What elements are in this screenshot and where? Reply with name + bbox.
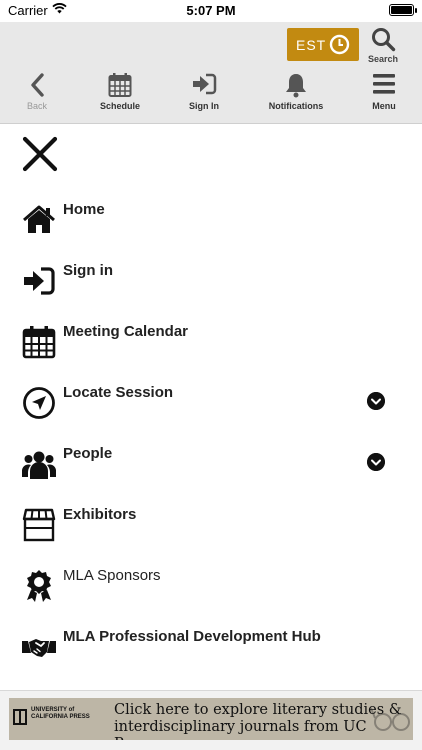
award-ribbon-icon bbox=[27, 570, 51, 602]
menu-item-meeting-calendar[interactable]: Meeting Calendar bbox=[0, 317, 422, 375]
close-icon bbox=[22, 136, 58, 172]
home-icon bbox=[23, 205, 55, 233]
chevron-down-icon[interactable] bbox=[367, 453, 385, 471]
timezone-label: EST bbox=[296, 37, 327, 53]
nav-sign-in-button[interactable]: Sign In bbox=[178, 70, 230, 114]
nav-schedule-button[interactable]: Schedule bbox=[92, 70, 148, 114]
hamburger-icon bbox=[373, 74, 395, 94]
nav-schedule-label: Schedule bbox=[99, 101, 140, 111]
calendar-icon bbox=[108, 73, 132, 97]
menu-item-label: MLA Professional Development Hub bbox=[63, 628, 321, 645]
ad-banner-container: UNIVERSITY of CALIFORNIA PRESS Click her… bbox=[0, 690, 422, 750]
nav-notifications-button[interactable]: Notifications bbox=[266, 70, 326, 114]
book-icon bbox=[13, 709, 27, 725]
bell-icon bbox=[286, 74, 306, 98]
nav-menu-button[interactable]: Menu bbox=[362, 70, 406, 114]
nav-notifications-label: Notifications bbox=[268, 101, 324, 111]
search-icon bbox=[372, 28, 396, 52]
menu-item-label: Sign in bbox=[63, 262, 113, 279]
status-bar: Carrier 5:07 PM bbox=[0, 0, 422, 22]
clock-icon bbox=[329, 34, 350, 55]
nav-sign-in-label: Sign In bbox=[189, 101, 219, 111]
calendar-icon bbox=[22, 326, 56, 359]
nav-menu-label: Menu bbox=[372, 101, 396, 111]
search-button[interactable]: Search bbox=[362, 25, 404, 65]
nav-back-button[interactable]: Back bbox=[15, 70, 59, 114]
glasses-decoration-icon bbox=[371, 707, 410, 731]
menu-item-label: Home bbox=[63, 201, 105, 218]
ad-banner[interactable]: UNIVERSITY of CALIFORNIA PRESS Click her… bbox=[9, 698, 413, 740]
storefront-icon bbox=[22, 508, 56, 542]
chevron-left-icon bbox=[31, 73, 44, 97]
handshake-icon bbox=[22, 639, 56, 657]
uc-press-logo: UNIVERSITY of CALIFORNIA PRESS bbox=[13, 706, 108, 732]
menu-item-label: MLA Sponsors bbox=[63, 567, 161, 584]
menu-item-label: Locate Session bbox=[63, 384, 174, 401]
location-arrow-icon bbox=[23, 387, 55, 419]
search-label: Search bbox=[367, 54, 399, 64]
menu-item-label: People bbox=[63, 445, 113, 462]
menu-item-sign-in[interactable]: Sign in bbox=[0, 256, 422, 314]
app-header: EST Search Back Schedule Sign In Notific… bbox=[0, 22, 422, 124]
menu-item-exhibitors[interactable]: Exhibitors bbox=[0, 500, 422, 558]
sign-in-icon bbox=[24, 267, 55, 295]
sign-in-icon bbox=[193, 73, 217, 95]
menu-item-professional-development-hub[interactable]: MLA Professional Development Hub bbox=[0, 622, 422, 680]
menu-item-locate-session[interactable]: Locate Session bbox=[0, 378, 422, 436]
menu-item-label: Exhibitors bbox=[63, 506, 137, 523]
timezone-button[interactable]: EST bbox=[287, 28, 359, 61]
menu-item-mla-sponsors[interactable]: MLA Sponsors bbox=[0, 561, 422, 619]
ad-text: Click here to explore literary studies &… bbox=[114, 702, 402, 740]
battery-icon bbox=[389, 4, 417, 16]
menu-item-label: Meeting Calendar bbox=[63, 323, 189, 340]
ad-publisher: UNIVERSITY of CALIFORNIA PRESS bbox=[31, 707, 90, 720]
menu-item-home[interactable]: Home bbox=[0, 195, 422, 253]
menu-item-people[interactable]: People bbox=[0, 439, 422, 497]
close-menu-button[interactable] bbox=[22, 136, 58, 172]
status-time: 5:07 PM bbox=[186, 3, 236, 18]
nav-back-label: Back bbox=[26, 101, 47, 111]
people-icon bbox=[22, 451, 56, 479]
chevron-down-icon[interactable] bbox=[367, 392, 385, 410]
